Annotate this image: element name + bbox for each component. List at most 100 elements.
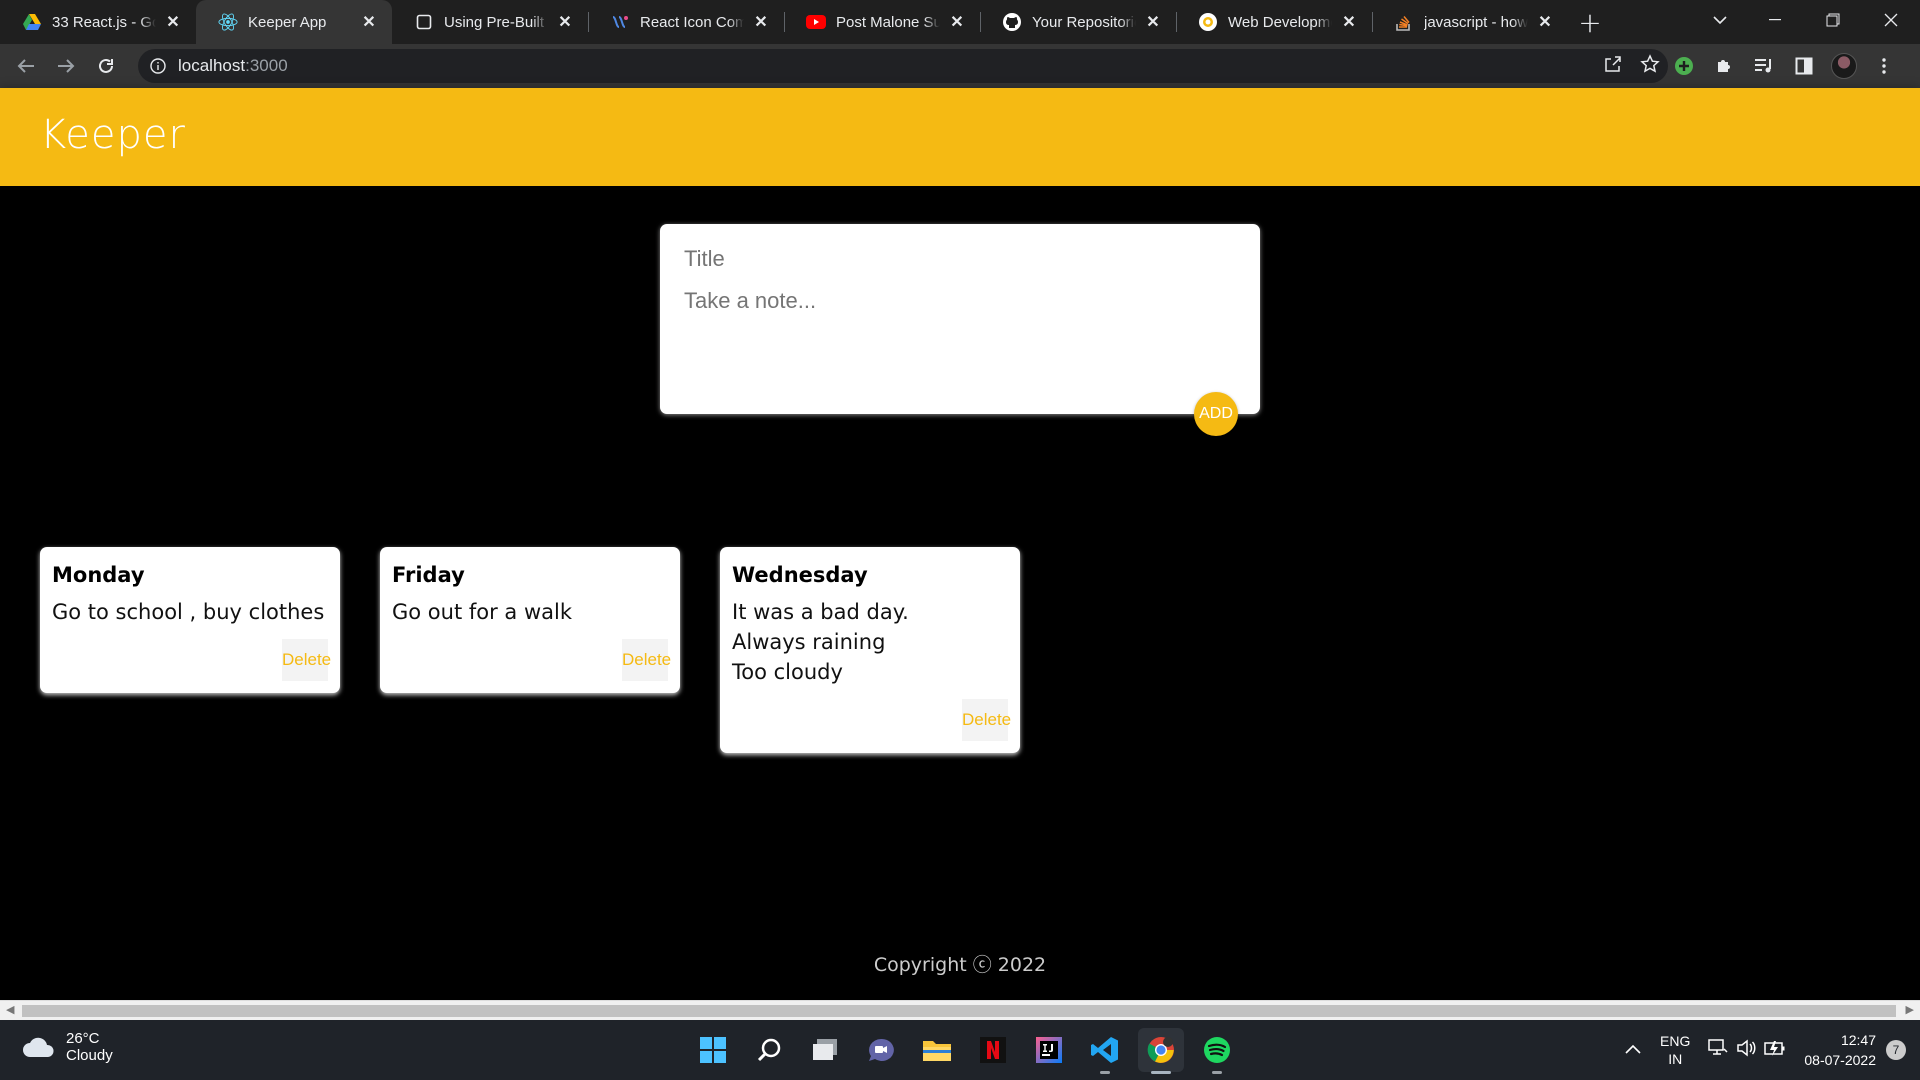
note-content-line: Go out for a walk xyxy=(392,600,572,624)
taskbar-apps xyxy=(690,1028,1240,1074)
bookmark-star-icon[interactable] xyxy=(1640,54,1660,78)
clock-time: 12:47 xyxy=(1840,1032,1876,1048)
search-icon[interactable] xyxy=(746,1028,792,1072)
reload-button[interactable] xyxy=(86,48,126,84)
tab-youtube[interactable]: Post Malone Surp ✕ xyxy=(784,0,980,44)
clock-date: 08-07-2022 xyxy=(1804,1052,1876,1068)
url-text: localhost:3000 xyxy=(178,56,288,75)
minimize-button[interactable] xyxy=(1746,0,1804,40)
input-language-indicator[interactable]: ENG IN xyxy=(1660,1032,1690,1068)
running-indicator xyxy=(1151,1071,1171,1074)
note-card: Wednesday It was a bad day. Always raini… xyxy=(720,547,1020,753)
intellij-icon[interactable] xyxy=(1026,1028,1072,1072)
running-indicator xyxy=(1100,1071,1110,1074)
close-icon[interactable]: ✕ xyxy=(360,13,378,31)
share-icon[interactable] xyxy=(1604,55,1622,77)
back-button[interactable] xyxy=(6,48,46,84)
react-icon xyxy=(218,12,238,32)
forward-button[interactable] xyxy=(46,48,86,84)
site-info-icon[interactable] xyxy=(150,58,166,74)
delete-note-button[interactable]: Delete xyxy=(282,639,331,681)
weather-temperature: 26°C xyxy=(66,1030,100,1047)
note-content-line: It was a bad day. xyxy=(732,600,909,624)
restore-button[interactable] xyxy=(1804,0,1862,40)
address-bar[interactable]: localhost:3000 xyxy=(138,49,1668,83)
browser-toolbar: localhost:3000 xyxy=(0,44,1920,88)
tab-prebuilt[interactable]: Using Pre-Built R ✕ xyxy=(392,0,588,44)
side-panel-icon[interactable] xyxy=(1790,52,1818,80)
window-controls xyxy=(1746,0,1920,40)
blank-page-icon xyxy=(414,12,434,32)
reload-icon xyxy=(99,58,113,73)
weather-description: Cloudy xyxy=(66,1047,113,1064)
note-title-input[interactable] xyxy=(684,246,1236,272)
scrollbar-thumb[interactable] xyxy=(22,1005,1896,1017)
extension-green-plus-icon[interactable] xyxy=(1670,52,1698,80)
youtube-icon xyxy=(806,12,826,32)
file-explorer-icon[interactable] xyxy=(914,1028,960,1072)
volume-icon xyxy=(1736,1038,1756,1062)
note-card: Friday Go out for a walk Delete xyxy=(380,547,680,693)
udemy-icon xyxy=(1198,12,1218,32)
tab-search-chevron-icon[interactable] xyxy=(1700,0,1740,40)
notification-count-badge[interactable]: 7 xyxy=(1886,1040,1906,1060)
netflix-icon[interactable] xyxy=(970,1028,1016,1072)
tab-keeper-app[interactable]: Keeper App ✕ xyxy=(196,0,392,44)
tab-github[interactable]: Your Repositories ✕ xyxy=(980,0,1176,44)
tab-title: React Icon Compo xyxy=(640,13,744,31)
scroll-right-arrow-icon[interactable]: ▶ xyxy=(1906,1003,1914,1016)
close-icon[interactable]: ✕ xyxy=(556,13,574,31)
github-icon xyxy=(1002,12,1022,32)
forward-arrow-icon xyxy=(58,59,75,73)
vscode-icon[interactable] xyxy=(1082,1028,1128,1074)
delete-note-button[interactable]: Delete xyxy=(962,699,1011,741)
close-icon[interactable]: ✕ xyxy=(1536,13,1554,31)
close-icon[interactable]: ✕ xyxy=(1340,13,1358,31)
tab-web-dev[interactable]: Web Developmen ✕ xyxy=(1176,0,1372,44)
horizontal-scrollbar[interactable]: ◀ ▶ xyxy=(0,1000,1920,1020)
extensions-puzzle-icon[interactable] xyxy=(1710,52,1738,80)
system-clock[interactable]: 12:47 08-07-2022 xyxy=(1804,1030,1876,1070)
close-window-button[interactable] xyxy=(1862,0,1920,40)
note-title: Monday xyxy=(52,563,145,587)
network-icon xyxy=(1708,1038,1728,1062)
weather-widget[interactable]: 26°C Cloudy xyxy=(22,1030,113,1064)
browser-tab-strip: 33 React.js - Goo ✕ Keeper App ✕ Using P… xyxy=(0,0,1920,44)
task-view-icon[interactable] xyxy=(802,1028,848,1072)
note-card: Monday Go to school , buy clothes Delete xyxy=(40,547,340,693)
app-title: Keeper xyxy=(40,112,186,158)
scroll-left-arrow-icon[interactable]: ◀ xyxy=(6,1003,14,1016)
create-note-form: ADD xyxy=(660,224,1260,436)
quick-settings[interactable] xyxy=(1708,1038,1786,1062)
chrome-icon[interactable] xyxy=(1138,1028,1184,1074)
spotify-icon[interactable] xyxy=(1194,1028,1240,1074)
tab-title: Post Malone Surp xyxy=(836,13,940,31)
show-hidden-icons-chevron-icon[interactable] xyxy=(1618,1041,1648,1059)
cloud-icon xyxy=(23,1037,54,1057)
close-icon[interactable]: ✕ xyxy=(1144,13,1162,31)
note-content-input[interactable] xyxy=(684,288,1236,378)
close-icon[interactable]: ✕ xyxy=(164,13,182,31)
tab-react-course[interactable]: 33 React.js - Goo ✕ xyxy=(0,0,196,44)
react-icons-icon xyxy=(610,12,630,32)
close-icon[interactable]: ✕ xyxy=(948,13,966,31)
windows-start-icon[interactable] xyxy=(690,1028,736,1072)
teams-chat-icon[interactable] xyxy=(858,1028,904,1072)
close-icon[interactable]: ✕ xyxy=(752,13,770,31)
note-content-line: Always raining xyxy=(732,630,886,654)
keeper-page: Keeper ADD Monday Go to school , buy clo… xyxy=(0,88,1920,1000)
tab-title: Web Developmen xyxy=(1228,13,1332,31)
note-title: Friday xyxy=(392,563,465,587)
tab-stackoverflow[interactable]: javascript - how t ✕ xyxy=(1372,0,1568,44)
google-drive-icon xyxy=(22,12,42,32)
add-note-button[interactable]: ADD xyxy=(1194,392,1238,436)
running-indicator xyxy=(1212,1071,1222,1074)
tab-title: javascript - how t xyxy=(1424,13,1528,31)
app-header: Keeper xyxy=(0,88,1920,186)
browser-menu-icon[interactable] xyxy=(1870,52,1898,80)
delete-note-button[interactable]: Delete xyxy=(622,639,671,681)
profile-avatar[interactable] xyxy=(1830,52,1858,80)
tab-react-icons[interactable]: React Icon Compo ✕ xyxy=(588,0,784,44)
new-tab-button[interactable]: + xyxy=(1568,0,1612,44)
media-playlist-icon[interactable] xyxy=(1750,52,1778,80)
